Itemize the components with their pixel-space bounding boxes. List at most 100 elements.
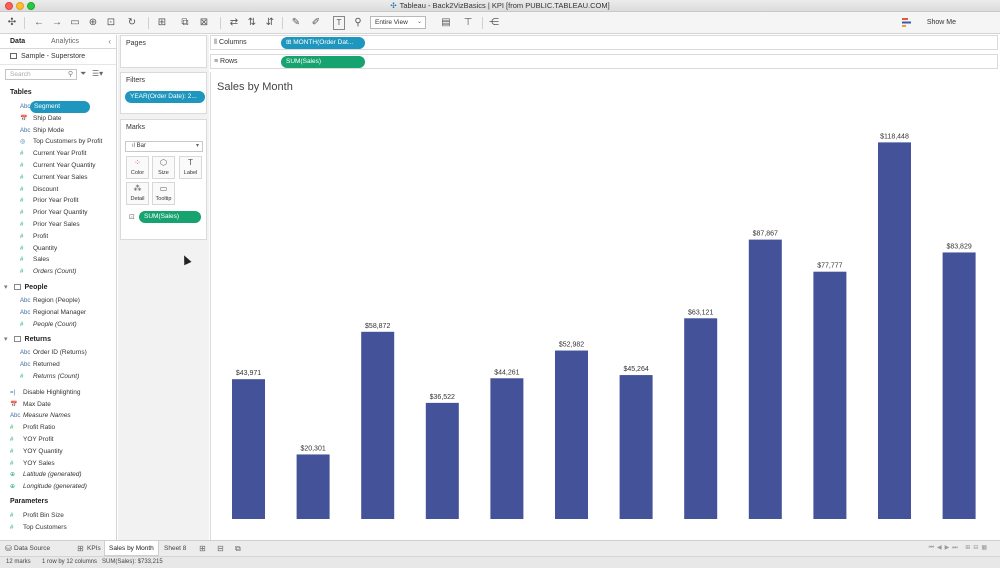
field-profit[interactable]: # Profit	[20, 231, 48, 243]
tooltip-button[interactable]: ▭ Tooltip	[152, 182, 175, 205]
field-current-year-quantity[interactable]: # Current Year Quantity	[20, 160, 96, 172]
rows-pill-sum-sales[interactable]: SUM(Sales)	[281, 56, 365, 68]
field-regional-manager[interactable]: Abc Regional Manager	[20, 307, 86, 319]
refresh-icon[interactable]: ↻	[126, 16, 138, 30]
bar-month-4[interactable]	[425, 402, 459, 519]
show-me-icon[interactable]	[902, 18, 912, 27]
fit-dropdown[interactable]: Entire View ⌄	[370, 16, 426, 29]
sort-descending-icon[interactable]: ⇵	[264, 16, 276, 30]
duplicate-sheet-icon[interactable]: ⧉	[179, 16, 191, 30]
new-story-tab-icon[interactable]: ⧉	[235, 541, 241, 556]
sort-ascending-icon[interactable]: ⇅	[246, 16, 258, 30]
field-latitude-generated[interactable]: ⊕ Latitude (generated)	[10, 469, 82, 481]
label-button[interactable]: T Label	[179, 156, 202, 179]
columns-shelf[interactable]: ⦀ Columns ⊞ MONTH(Order Dat...	[210, 35, 998, 50]
filter-icon[interactable]: ⏷	[80, 69, 86, 79]
field-returned[interactable]: Abc Returned	[20, 359, 60, 371]
tab-navigation-icons[interactable]: ⏮◀▶⏭ ⊞⊟▦	[929, 541, 990, 556]
field-longitude-generated[interactable]: ⊕ Longitude (generated)	[10, 481, 87, 493]
field-returns-count[interactable]: # Returns (Count)	[20, 371, 79, 383]
pages-card[interactable]: Pages	[120, 35, 207, 68]
bar-month-1[interactable]	[232, 379, 265, 519]
field-prior-year-quantity[interactable]: # Prior Year Quantity	[20, 207, 88, 219]
minimize-window-button[interactable]	[16, 2, 24, 10]
group-members-icon[interactable]: ✐	[310, 16, 322, 30]
tableau-start-icon[interactable]: ✣	[6, 16, 18, 30]
chevron-down-icon[interactable]: ▾	[4, 336, 8, 343]
field-top-customers[interactable]: # Top Customers	[10, 522, 67, 534]
bar-month-10[interactable]	[813, 271, 847, 519]
fix-axes-icon[interactable]: ⚲	[352, 16, 364, 30]
field-quantity[interactable]: # Quantity	[20, 243, 57, 255]
field-ship-mode[interactable]: Abc Ship Mode	[20, 125, 64, 137]
field-people-count[interactable]: # People (Count)	[20, 319, 77, 331]
chevron-down-icon[interactable]: ▾	[4, 284, 8, 291]
detail-button[interactable]: ⁂ Detail	[126, 182, 149, 205]
field-current-year-sales[interactable]: # Current Year Sales	[20, 172, 88, 184]
field-profit-ratio[interactable]: # Profit Ratio	[10, 422, 55, 434]
field-measure-names[interactable]: Abc Measure Names	[10, 410, 71, 422]
field-max-date[interactable]: 📅 Max Date	[10, 399, 51, 411]
field-sales[interactable]: # Sales	[20, 254, 49, 266]
tab-data[interactable]: Data	[10, 38, 25, 45]
zoom-window-button[interactable]	[27, 2, 35, 10]
new-worksheet-icon[interactable]: ⊞	[156, 16, 168, 30]
tab-sheet-8[interactable]: Sheet 8	[160, 541, 190, 556]
field-yoy-sales[interactable]: # YOY Sales	[10, 458, 55, 470]
bar-month-5[interactable]	[490, 378, 524, 519]
tab-sales-by-month[interactable]: Sales by Month	[104, 541, 159, 556]
viz-area[interactable]: Sales by Month $43,971 $20,301 $58,872 $36,…	[210, 72, 998, 540]
field-current-year-profit[interactable]: # Current Year Profit	[20, 148, 86, 160]
close-window-button[interactable]	[5, 2, 13, 10]
field-discount[interactable]: # Discount	[20, 184, 58, 196]
field-top-customers-by-profit[interactable]: ◎ Top Customers by Profit	[20, 136, 102, 148]
new-datasource-icon[interactable]: ⊕	[87, 16, 99, 30]
share-icon[interactable]: ⋲	[488, 16, 500, 30]
field-orders-count[interactable]: # Orders (Count)	[20, 266, 76, 278]
field-profit-bin-size[interactable]: # Profit Bin Size	[10, 510, 64, 522]
field-prior-year-sales[interactable]: # Prior Year Sales	[20, 219, 80, 231]
bar-month-9[interactable]	[748, 239, 782, 519]
bar-month-11[interactable]	[878, 142, 911, 519]
bar-chart[interactable]: $43,971 $20,301 $58,872 $36,522 $44,261 $52,9…	[211, 72, 999, 540]
redo-icon[interactable]: →	[51, 16, 63, 30]
new-worksheet-tab-icon[interactable]: ⊞	[199, 541, 206, 556]
save-icon[interactable]: ▭	[69, 16, 81, 30]
field-yoy-profit[interactable]: # YOY Profit	[10, 434, 54, 446]
search-input[interactable]: Search ⚲	[5, 69, 77, 80]
field-segment[interactable]: Segment	[30, 101, 91, 113]
presentation-mode-icon[interactable]: ⊤	[462, 16, 474, 30]
tab-kpis[interactable]: KPIs	[83, 541, 105, 556]
field-yoy-quantity[interactable]: # YOY Quantity	[10, 446, 63, 458]
show-me-button[interactable]: Show Me	[927, 16, 956, 30]
mark-type-dropdown[interactable]: ıl Bar ▾	[125, 141, 203, 152]
new-dashboard-tab-icon[interactable]: ⊟	[217, 541, 224, 556]
field-ship-date[interactable]: 📅 Ship Date	[20, 113, 62, 125]
field-disable-highlighting[interactable]: =| Disable Highlighting	[10, 387, 80, 399]
highlight-icon[interactable]: ✎	[290, 16, 302, 30]
marks-pill-sum-sales[interactable]: SUM(Sales)	[139, 211, 201, 223]
rows-shelf[interactable]: ≡ Rows SUM(Sales)	[210, 54, 998, 69]
bar-month-12[interactable]	[942, 252, 976, 519]
field-region-people[interactable]: Abc Region (People)	[20, 295, 80, 307]
clear-sheet-icon[interactable]: ⊠	[198, 16, 210, 30]
returns-group[interactable]: ▾ Returns	[4, 335, 51, 343]
filter-pill-year-order-date[interactable]: YEAR(Order Date): 2...	[125, 91, 205, 103]
show-cards-icon[interactable]: ▤	[440, 16, 452, 30]
undo-icon[interactable]: ←	[33, 16, 45, 30]
bar-month-8[interactable]	[684, 318, 718, 519]
filters-card[interactable]: Filters YEAR(Order Date): 2...	[120, 72, 207, 114]
size-button[interactable]: ⬡ Size	[152, 156, 175, 179]
tab-data-source[interactable]: Data Source	[10, 541, 54, 556]
color-button[interactable]: ⁘ Color	[126, 156, 149, 179]
field-order-id-returns[interactable]: Abc Order ID (Returns)	[20, 347, 87, 359]
people-group[interactable]: ▾ People	[4, 283, 47, 291]
field-prior-year-profit[interactable]: # Prior Year Profit	[20, 195, 79, 207]
bar-month-3[interactable]	[361, 331, 395, 519]
bar-month-7[interactable]	[619, 375, 653, 519]
view-list-icon[interactable]: ☰▾	[92, 69, 103, 78]
pause-updates-icon[interactable]: ⊡	[105, 16, 117, 30]
bar-month-6[interactable]	[555, 350, 588, 519]
tab-analytics[interactable]: Analytics	[51, 38, 79, 45]
datasource-item[interactable]: Sample - Superstore	[0, 49, 116, 65]
